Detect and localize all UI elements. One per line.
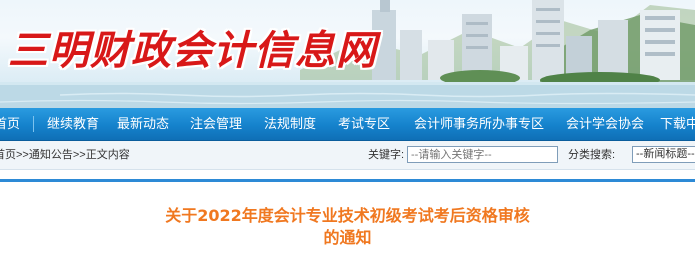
- category-select[interactable]: --新闻标题--: [632, 146, 695, 163]
- nav-item-continuing-education[interactable]: 继续教育: [47, 108, 99, 140]
- nav-item-regulations[interactable]: 法规制度: [264, 108, 316, 140]
- keyword-search-input[interactable]: [407, 146, 558, 163]
- content-top-divider: [0, 179, 695, 182]
- main-navigation: 首页 继续教育 最新动态 注会管理 法规制度 考试专区 会计师事务所办事专区 会…: [0, 108, 695, 141]
- category-search-label: 分类搜索:: [568, 149, 616, 161]
- site-banner: 三明财政会计信息网: [0, 0, 695, 108]
- nav-item-home[interactable]: 首页: [0, 108, 20, 140]
- article-title: 关于2022年度会计专业技术初级考试考后资格审核 的通知: [0, 205, 695, 249]
- nav-divider: [33, 116, 34, 132]
- nav-item-accounting-firm-services[interactable]: 会计师事务所办事专区: [414, 108, 544, 140]
- keyword-label: 关键字:: [368, 149, 405, 161]
- nav-item-download-center[interactable]: 下载中心: [660, 108, 695, 140]
- nav-item-latest-news[interactable]: 最新动态: [117, 108, 169, 140]
- nav-item-exam-zone[interactable]: 考试专区: [338, 108, 390, 140]
- nav-item-accounting-association[interactable]: 会计学会协会: [566, 108, 644, 140]
- site-title: 三明财政会计信息网: [8, 27, 377, 74]
- article-title-line1: 关于2022年度会计专业技术初级考试考后资格审核: [165, 206, 530, 225]
- article-title-line2: 的通知: [323, 228, 372, 247]
- breadcrumb[interactable]: 首页>>通知公告>>正文内容: [0, 141, 130, 169]
- breadcrumb-search-bar: 首页>>通知公告>>正文内容 关键字: 分类搜索: --新闻标题--: [0, 141, 695, 170]
- nav-item-cpa-management[interactable]: 注会管理: [190, 108, 242, 140]
